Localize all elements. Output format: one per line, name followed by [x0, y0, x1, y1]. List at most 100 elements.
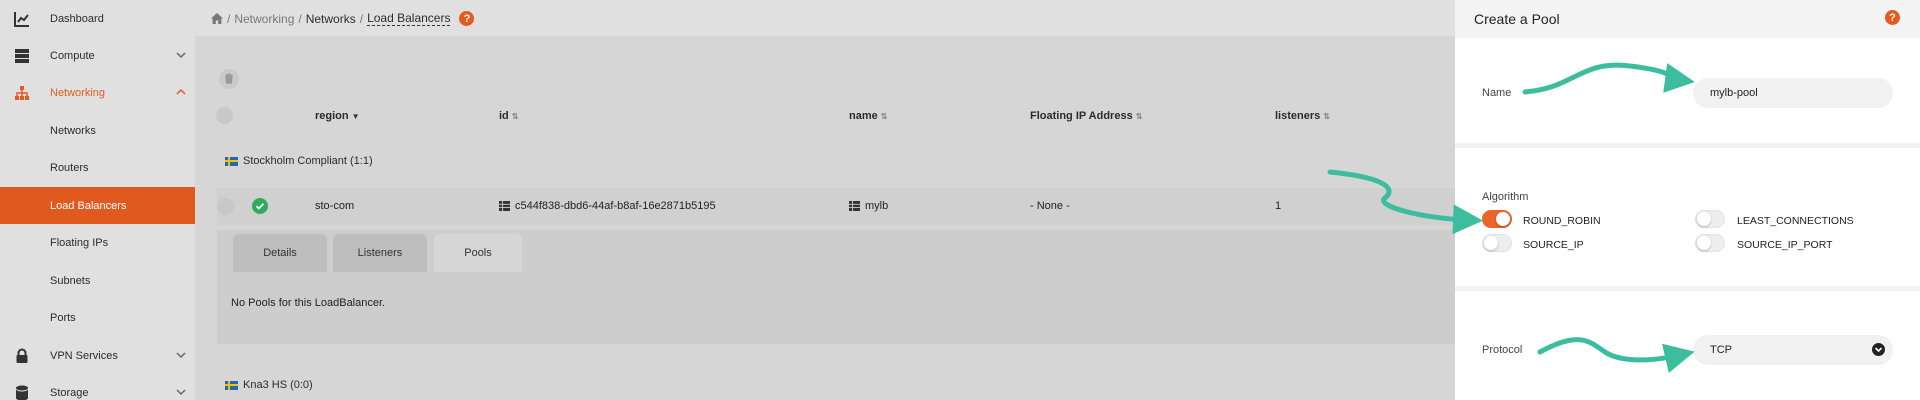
breadcrumb-networking[interactable]: Networking [234, 12, 294, 26]
column-header-floating-ip[interactable]: Floating IP Address ⇅ [1030, 110, 1142, 122]
source-ip-port-toggle[interactable] [1695, 234, 1725, 252]
cell-name: mylb [849, 200, 888, 212]
database-icon [16, 385, 28, 400]
column-header-label: region [315, 110, 349, 122]
toggle-knob [1697, 236, 1711, 250]
cell-id-value: c544f838-dbd6-44af-b8af-16e2871b5195 [515, 200, 716, 212]
sidebar-item-dashboard[interactable]: Dashboard [0, 0, 195, 37]
column-header-listeners[interactable]: listeners ⇅ [1275, 110, 1330, 122]
sort-icon: ⇅ [1323, 111, 1330, 121]
sidebar-item-networking[interactable]: Networking [0, 74, 195, 111]
breadcrumb-separator: / [359, 11, 364, 26]
chart-icon [14, 12, 29, 27]
source-ip-toggle[interactable] [1482, 234, 1512, 252]
protocol-label: Protocol [1482, 344, 1523, 356]
protocol-select[interactable]: TCP [1693, 335, 1893, 365]
sidebar-item-floating-ips[interactable]: Floating IPs [0, 224, 195, 261]
sidebar-item-routers[interactable]: Routers [0, 149, 195, 186]
breadcrumb-separator: / [298, 11, 302, 26]
round-robin-toggle[interactable] [1482, 210, 1512, 228]
sidebar-item-label: Ports [50, 311, 76, 324]
lock-icon [16, 348, 28, 363]
tab-pools[interactable]: Pools [434, 234, 522, 272]
sweden-flag-icon [225, 380, 238, 390]
server-icon [15, 49, 29, 63]
sidebar-item-compute[interactable]: Compute [0, 37, 195, 74]
sidebar-item-label: Networking [50, 86, 106, 99]
drawer-header: Create a Pool ? [1455, 0, 1920, 36]
column-header-name[interactable]: name ⇅ [849, 110, 887, 122]
column-header-id[interactable]: id ⇅ [499, 110, 518, 122]
column-header-label: name [849, 110, 878, 122]
sidebar-item-subnets[interactable]: Subnets [0, 262, 195, 299]
sidebar: Dashboard Compute Networking Networks Ro… [0, 0, 195, 400]
home-icon[interactable] [211, 13, 223, 24]
cell-floating-ip: - None - [1030, 200, 1070, 212]
least-connections-label: LEAST_CONNECTIONS [1737, 215, 1854, 227]
breadcrumb-load-balancers: Load Balancers [367, 11, 451, 26]
status-ok-icon [252, 198, 268, 214]
column-header-label: id [499, 110, 509, 122]
row-checkbox[interactable] [217, 198, 234, 215]
cell-name-value: mylb [865, 200, 889, 212]
tab-details[interactable]: Details [233, 234, 327, 272]
sort-icon: ⇅ [1135, 111, 1143, 121]
cell-region: sto-com [315, 200, 355, 212]
least-connections-toggle[interactable] [1695, 210, 1725, 228]
cell-id: c544f838-dbd6-44af-b8af-16e2871b5195 [499, 200, 716, 212]
sidebar-item-networks[interactable]: Networks [0, 112, 195, 149]
sort-icon: ⇅ [511, 111, 519, 121]
sidebar-item-label: Subnets [50, 274, 91, 287]
toggle-knob [1484, 236, 1498, 250]
name-label: Name [1482, 87, 1512, 99]
sidebar-item-label: Routers [50, 161, 89, 174]
empty-state-message: No Pools for this LoadBalancer. [231, 297, 386, 309]
sidebar-item-label: Dashboard [50, 12, 104, 25]
algorithm-section: Algorithm ROUND_ROBIN LEAST_CONNECTIONS … [1455, 148, 1920, 286]
protocol-section: Protocol TCP [1455, 291, 1920, 400]
group-label: Stockholm Compliant (1:1) [243, 155, 373, 167]
select-all-checkbox[interactable] [216, 107, 233, 124]
breadcrumb-networks[interactable]: Networks [306, 12, 356, 26]
name-input[interactable]: mylb-pool [1693, 78, 1893, 108]
help-icon[interactable]: ? [459, 11, 475, 26]
protocol-select-value: TCP [1710, 344, 1732, 356]
table-row[interactable]: sto-com c544f838-dbd6-44af-b8af-16e2871b… [217, 188, 1455, 225]
sort-desc-icon: ▼ [351, 111, 360, 121]
sidebar-item-ports[interactable]: Ports [0, 299, 195, 336]
sidebar-item-storage[interactable]: Storage [0, 374, 195, 400]
region-group-header[interactable]: Stockholm Compliant (1:1) [225, 155, 373, 167]
chevron-up-icon [176, 88, 186, 95]
sort-icon: ⇅ [880, 111, 888, 121]
load-balancer-table: region ▼ id ⇅ name ⇅ Floating IP Address ⇅ l… [195, 36, 1455, 400]
cell-listeners: 1 [1275, 200, 1282, 212]
sidebar-item-label: Load Balancers [50, 199, 127, 212]
chevron-down-icon [176, 352, 186, 359]
table-icon [849, 201, 860, 211]
breadcrumb-separator: / [227, 11, 231, 26]
help-icon[interactable]: ? [1885, 10, 1900, 25]
row-detail-panel: Details Listeners Pools No Pools for thi… [217, 230, 1455, 344]
name-section: Name mylb-pool [1455, 38, 1920, 143]
sidebar-item-label: VPN Services [50, 349, 118, 362]
breadcrumb: / Networking / Networks / Load Balancers… [211, 11, 475, 26]
toggle-knob [1697, 212, 1711, 226]
chevron-down-icon [1872, 343, 1885, 356]
sidebar-item-load-balancers[interactable]: Load Balancers [0, 187, 195, 224]
header-bar: / Networking / Networks / Load Balancers… [195, 0, 1455, 36]
create-pool-drawer: Create a Pool ? Name mylb-pool Algorithm… [1455, 0, 1920, 400]
column-header-label: Floating IP Address [1030, 110, 1133, 122]
tab-listeners[interactable]: Listeners [333, 234, 427, 272]
sidebar-item-vpn-services[interactable]: VPN Services [0, 337, 195, 374]
toggle-knob [1496, 212, 1510, 226]
column-header-region[interactable]: region ▼ [315, 110, 360, 122]
trash-icon [225, 73, 233, 84]
sidebar-item-label: Floating IPs [50, 236, 109, 249]
chevron-down-icon [176, 389, 186, 396]
drawer-title: Create a Pool [1474, 11, 1560, 27]
round-robin-label: ROUND_ROBIN [1523, 215, 1601, 227]
region-group-header[interactable]: Kna3 HS (0:0) [225, 379, 313, 391]
algorithm-label: Algorithm [1482, 191, 1529, 203]
delete-button[interactable] [219, 69, 239, 89]
source-ip-label: SOURCE_IP [1523, 239, 1584, 251]
